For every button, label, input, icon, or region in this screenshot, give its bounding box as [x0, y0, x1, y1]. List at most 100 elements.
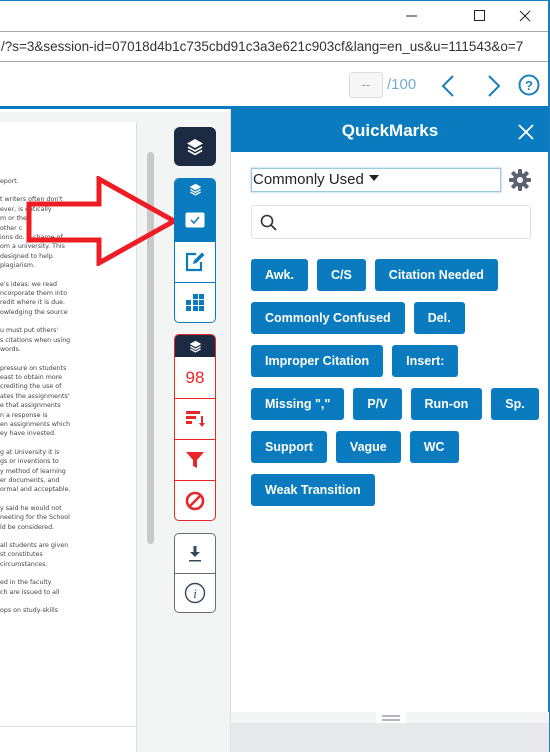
edit-icon	[185, 252, 205, 272]
address-bar[interactable]: /?s=3&session-id=07018d4b1c735cbd91c3a3e…	[0, 31, 548, 62]
document-line: neeting for the School	[0, 514, 70, 522]
browser-window: /?s=3&session-id=07018d4b1c735cbd91c3a3e…	[0, 0, 550, 752]
document-line: ormal and acceptable.	[0, 486, 71, 494]
no-entry-icon	[185, 491, 205, 511]
document-line: words.	[0, 346, 21, 354]
download-icon	[189, 545, 201, 561]
quickmark-tag-button[interactable]: Vague	[335, 431, 401, 463]
document-line: s citations when using	[0, 336, 71, 344]
comment-tool-button[interactable]	[175, 241, 215, 282]
similarity-layer-header[interactable]	[175, 335, 215, 357]
chevron-right-icon[interactable]	[483, 72, 505, 100]
maximize-icon	[474, 10, 485, 21]
svg-text:?: ?	[525, 78, 533, 93]
similarity-score-button[interactable]: 98	[175, 357, 215, 398]
quickmark-tag-button[interactable]: Citation Needed	[374, 259, 498, 291]
search-input[interactable]	[284, 209, 524, 235]
info-button[interactable]: i	[175, 573, 215, 612]
document-paragraph: u must put others' s citations when using…	[0, 326, 136, 354]
document-paragraph: g at University it is gs or inventions to…	[0, 448, 136, 495]
quickmarks-panel: QuickMarks Commonly Used Awk. C/S Citati…	[230, 109, 549, 752]
document-line: ed in the faculty	[0, 579, 52, 587]
filter-button[interactable]	[175, 439, 215, 480]
minimize-button[interactable]	[389, 1, 435, 31]
viewer-toolbar: -- /100 ?	[0, 62, 548, 109]
document-line: pressure on students	[0, 364, 67, 372]
document-line: y method of learning	[0, 467, 66, 475]
page-total: /100	[387, 76, 417, 93]
document-paragraph: e's ideas: we read ncorporate them into re…	[0, 280, 136, 318]
minimize-icon	[406, 15, 417, 17]
quickmarks-tool-button[interactable]	[175, 199, 215, 241]
tools-group: i	[174, 533, 216, 613]
document-line: er documents, and	[0, 476, 60, 484]
close-icon	[519, 10, 531, 22]
document-line: g at University it is	[0, 448, 60, 456]
chevron-left-icon[interactable]	[437, 72, 459, 100]
quickmarks-header: QuickMarks	[231, 109, 549, 152]
quickmark-tag-button[interactable]: Weak Transition	[251, 474, 375, 506]
resize-handle[interactable]	[376, 712, 406, 723]
quickmark-tag-button[interactable]: Del.	[413, 302, 465, 334]
document-line: ates the assignments'	[0, 392, 70, 400]
document-paragraph: ed in the faculty ch are issued to all	[0, 578, 136, 597]
document-line: owledging the source	[0, 308, 68, 316]
quickmark-tag-button[interactable]: P/V	[353, 388, 402, 420]
annotation-arrow	[26, 176, 178, 266]
caret-down-icon	[368, 175, 379, 182]
quickmark-tag-button[interactable]: Improper Citation	[251, 345, 384, 377]
document-line: y said he would not	[0, 504, 62, 512]
quickmark-tag-button[interactable]: C/S	[316, 259, 366, 291]
grip-line	[382, 719, 400, 721]
document-line: redit where it is due.	[0, 299, 65, 307]
quickmark-tag-list: Awk. C/S Citation Needed Commonly Confused D…	[251, 259, 541, 506]
layers-icon	[187, 138, 203, 155]
download-button[interactable]	[175, 534, 215, 573]
quickmark-tag-button[interactable]: Awk.	[251, 259, 308, 291]
search-icon	[260, 214, 277, 231]
quickmark-tag-button[interactable]: Insert:	[392, 345, 459, 377]
help-circle-icon[interactable]: ?	[518, 74, 540, 96]
checkbox-icon	[185, 212, 205, 228]
document-line: e's ideas: we read	[0, 280, 57, 288]
quickmark-set-dropdown[interactable]: Commonly Used	[251, 168, 501, 192]
panel-title: QuickMarks	[341, 121, 439, 140]
quickmark-tag-button[interactable]: Support	[251, 431, 327, 463]
page-divider	[0, 726, 136, 727]
quickmark-tag-button[interactable]: Run-on	[410, 388, 483, 420]
document-line: crediting the use of	[0, 383, 62, 391]
document-line: en assignments which	[0, 420, 71, 428]
grading-layer-header[interactable]	[175, 179, 215, 199]
layers-toggle-button[interactable]	[174, 127, 216, 166]
sort-bars-icon	[186, 411, 205, 427]
filter-icon	[186, 452, 204, 468]
document-paragraph: all students are given st constitutes cir…	[0, 541, 136, 569]
quickmark-tag-button[interactable]: WC	[409, 431, 459, 463]
grid-icon	[186, 294, 204, 311]
quickmark-tag-button[interactable]: Missing ","	[251, 388, 345, 420]
quickmark-search[interactable]	[251, 205, 531, 239]
document-line: ops on study-skills	[0, 607, 59, 615]
quickmark-set-selected: Commonly Used	[253, 171, 364, 188]
close-window-button[interactable]	[502, 1, 548, 31]
page-number-input[interactable]: --	[349, 72, 383, 98]
similarity-layer-group: 98	[174, 334, 216, 521]
document-line: ncorporate them into	[0, 290, 68, 298]
layers-icon	[189, 183, 201, 196]
gear-icon[interactable]	[508, 168, 532, 192]
document-line: ey have invested.	[0, 430, 57, 438]
layers-icon	[189, 340, 201, 353]
document-line: east to obtain more	[0, 373, 63, 381]
document-paragraph: ops on study-skills	[0, 606, 136, 615]
exclusions-button[interactable]	[175, 480, 215, 520]
quickmark-tag-button[interactable]: Commonly Confused	[251, 302, 405, 334]
match-overview-button[interactable]	[175, 398, 215, 439]
document-line: all students are given	[0, 542, 69, 549]
document-paragraph: y said he would not neeting for the Schoo…	[0, 504, 136, 532]
quickmark-tag-button[interactable]: Sp.	[491, 388, 539, 420]
document-line: ld be considered.	[0, 523, 55, 531]
rubric-tool-button[interactable]	[175, 282, 215, 322]
document-line: ch are issued to all	[0, 588, 60, 596]
maximize-button[interactable]	[457, 1, 503, 31]
close-icon[interactable]	[516, 122, 536, 142]
